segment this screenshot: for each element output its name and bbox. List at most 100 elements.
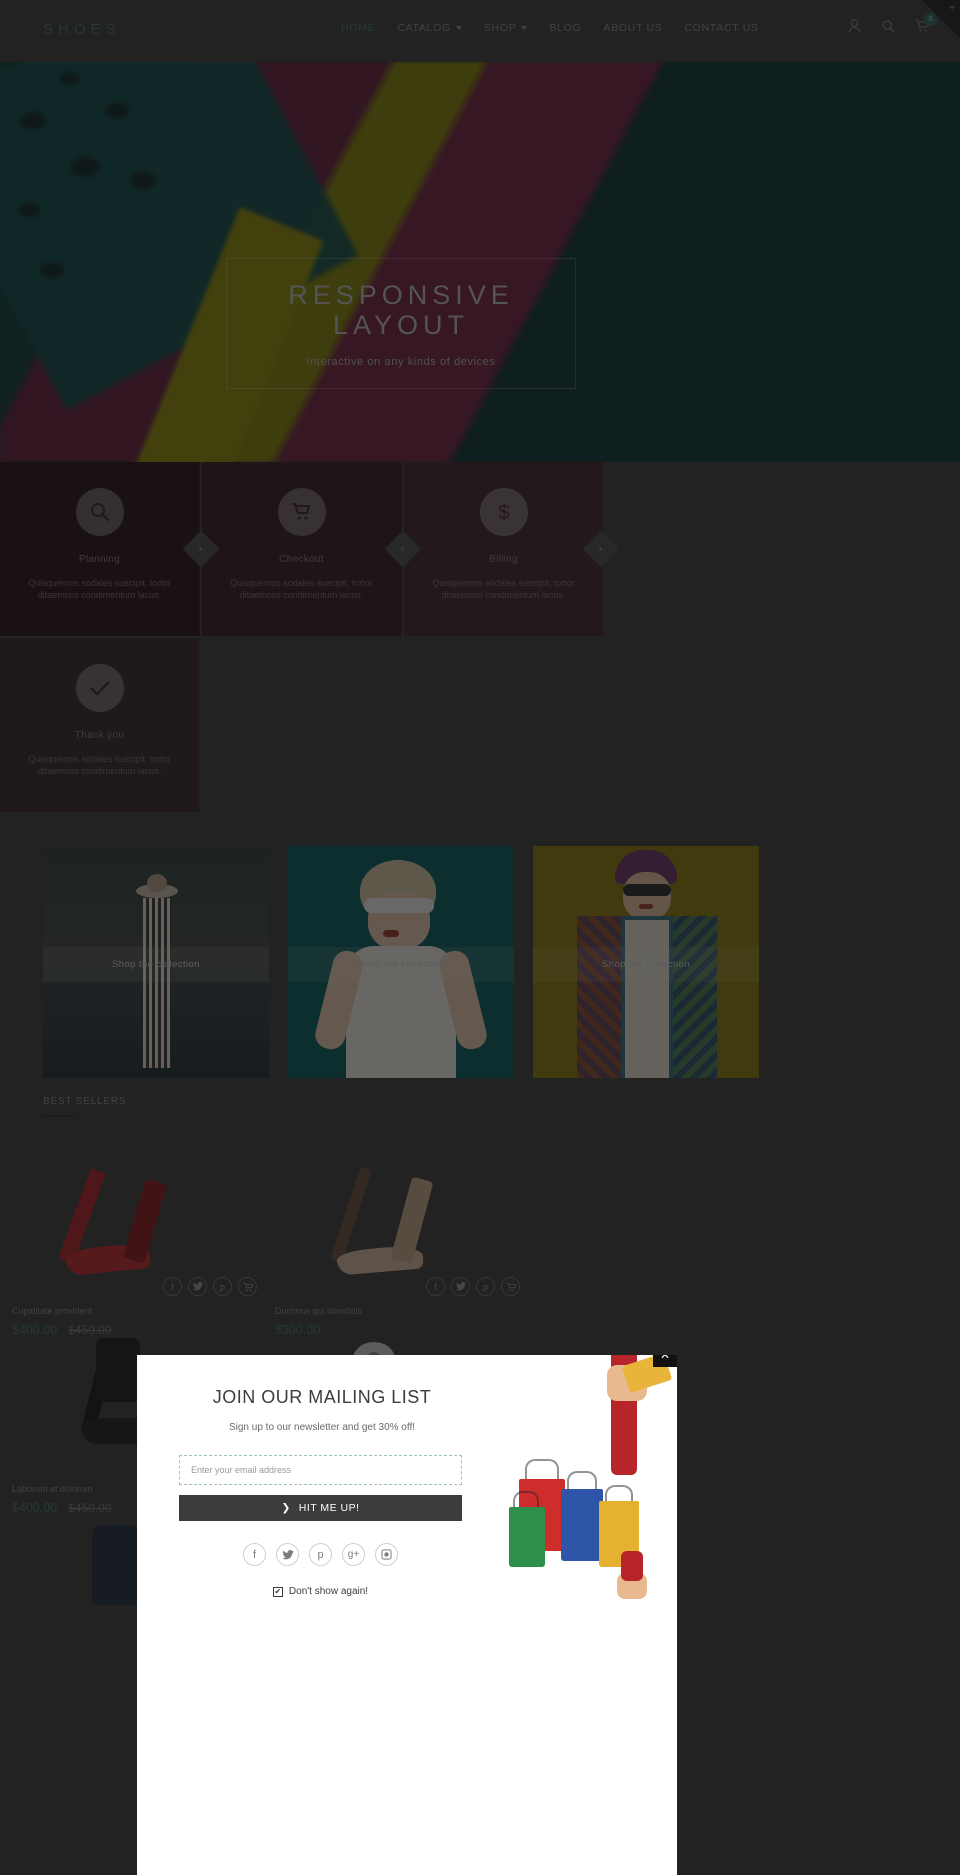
product-card-2[interactable]: f p Ducimus qui blanditiis $300.00 (275, 1160, 520, 1337)
subscribe-button[interactable]: ❯ HIT ME UP! (179, 1495, 462, 1521)
cart-icon[interactable] (238, 1277, 257, 1296)
best-sellers-heading: BEST SELLERS (43, 1096, 126, 1117)
email-placeholder: Enter your email address (191, 1465, 292, 1475)
nav-label: CATALOG (397, 22, 451, 34)
feature-title: Planning (78, 554, 121, 565)
chevron-down-icon (455, 26, 462, 30)
nav-label: ABOUT US (603, 22, 663, 34)
product-name-1: Cupiditate provident (12, 1306, 93, 1316)
email-input[interactable]: Enter your email address (179, 1455, 462, 1485)
subscribe-button-label: HIT ME UP! (298, 1502, 360, 1514)
modal-title: JOIN OUR MAILING LIST (212, 1387, 432, 1407)
hero-text-box: RESPONSIVE LAYOUT Interactive on any kin… (226, 258, 576, 389)
chevron-right-icon: › (599, 543, 603, 555)
pinterest-icon[interactable]: p (309, 1543, 332, 1566)
user-icon[interactable] (846, 18, 862, 34)
main-navigation: HOME CATALOG SHOP BLOG ABOUT US CONTACT … (330, 22, 770, 34)
feature-box-checkout[interactable]: Checkout Quisquemos sodales suscipit, to… (202, 462, 402, 636)
facebook-icon[interactable]: f (426, 1277, 445, 1296)
pinterest-icon[interactable]: p (476, 1277, 495, 1296)
cart-icon[interactable] (501, 1277, 520, 1296)
modal-subtitle: Sign up to our newsletter and get 30% of… (228, 1422, 416, 1433)
banner-label-2: Shop the collection (288, 947, 514, 982)
nav-item-home[interactable]: HOME (330, 22, 386, 34)
nav-label: BLOG (549, 22, 582, 34)
nav-item-catalog[interactable]: CATALOG (386, 22, 473, 34)
price-old: $450.00 (68, 1323, 112, 1337)
modal-content: JOIN OUR MAILING LIST Sign up to our new… (137, 1355, 507, 1597)
chevron-right-icon: › (401, 543, 405, 555)
product-price-1: $400.00 $450.00 (12, 1323, 257, 1337)
feature-description: Quisquemos sodales suscipit, tortor ditae… (230, 578, 373, 600)
modal-social-links: f p g+ (179, 1543, 462, 1566)
google-plus-icon[interactable]: g+ (342, 1543, 365, 1566)
close-icon[interactable]: ✕ (653, 1355, 677, 1367)
nav-label: HOME (341, 22, 376, 34)
dollar-icon: $ (479, 488, 528, 536)
features-section: Planning Quisquemos sodales suscipit, to… (0, 462, 960, 812)
price-current: $400.00 (12, 1501, 58, 1515)
chevron-right-icon: ❯ (281, 1502, 291, 1514)
nav-item-shop[interactable]: SHOP (473, 22, 539, 34)
dont-show-again-label: Don't show again! (288, 1586, 369, 1597)
product-image-2: f p (275, 1160, 520, 1300)
title-underline (43, 1115, 75, 1117)
facebook-icon[interactable]: f (163, 1277, 182, 1296)
nav-label: SHOP (483, 22, 517, 34)
header-icons: 0 (846, 13, 937, 34)
nav-item-about-us[interactable]: ABOUT US (592, 22, 673, 34)
twitter-icon[interactable] (276, 1543, 299, 1566)
feature-box-planning[interactable]: Planning Quisquemos sodales suscipit, to… (0, 462, 200, 636)
site-header: SHOES HOME CATALOG SHOP BLOG ABOUT US CO… (0, 0, 960, 62)
banner-card-2[interactable]: Shop the collection (288, 846, 514, 1078)
product-social-actions-2: f p (426, 1277, 520, 1296)
banner-label-1: Shop the collection (43, 947, 269, 982)
feature-description: Quisquemos sodales suscipit, tortor ditae… (432, 578, 575, 600)
instagram-icon[interactable] (375, 1543, 398, 1566)
page-root: SHOES HOME CATALOG SHOP BLOG ABOUT US CO… (0, 0, 960, 1875)
product-price-2: $300.00 (275, 1323, 520, 1337)
nav-item-blog[interactable]: BLOG (538, 22, 592, 34)
price-current: $300.00 (275, 1323, 321, 1337)
product-social-actions-1: f p (163, 1277, 257, 1296)
plus-icon[interactable]: + (949, 3, 955, 14)
banner-card-1[interactable]: Shop the collection (43, 846, 269, 1078)
price-current: $400.00 (12, 1323, 58, 1337)
feature-title: Checkout (279, 554, 324, 565)
cart-icon (277, 488, 326, 536)
site-logo[interactable]: SHOES (43, 21, 121, 38)
search-icon (75, 488, 124, 536)
hero-title: RESPONSIVE LAYOUT (288, 279, 514, 340)
nav-item-contact-us[interactable]: CONTACT US (673, 22, 769, 34)
collection-banners: Shop the collection Shop the collection (0, 846, 960, 1078)
feature-description: Quisquemos sodales suscipit, tortor ditae… (28, 754, 171, 776)
chevron-down-icon (521, 26, 528, 30)
feature-title: Billing (489, 554, 518, 565)
feature-title: Thank you (74, 730, 125, 741)
search-icon[interactable] (880, 18, 896, 34)
section-title: BEST SELLERS (43, 1096, 127, 1107)
banner-card-3[interactable]: Shop the collection (533, 846, 759, 1078)
feature-description: Quisquemos sodales suscipit, tortor ditae… (28, 578, 171, 600)
svg-text:$: $ (498, 502, 509, 523)
pinterest-icon[interactable]: p (213, 1277, 232, 1296)
product-image-1: f p (12, 1160, 257, 1300)
dont-show-again-checkbox[interactable]: ✔ (272, 1586, 283, 1597)
product-name-2: Ducimus qui blanditiis (275, 1306, 363, 1316)
hero-banner: RESPONSIVE LAYOUT Interactive on any kin… (0, 62, 960, 462)
price-old: $450.00 (68, 1501, 112, 1515)
nav-label: CONTACT US (684, 22, 759, 34)
dont-show-again-row[interactable]: ✔ Don't show again! (179, 1586, 462, 1597)
feature-box-thank-you[interactable]: Thank you Quisquemos sodales suscipit, t… (0, 638, 200, 812)
chevron-right-icon: › (199, 543, 203, 555)
check-icon (75, 664, 124, 712)
newsletter-modal: JOIN OUR MAILING LIST Sign up to our new… (137, 1355, 677, 1875)
twitter-icon[interactable] (451, 1277, 470, 1296)
modal-illustration (492, 1355, 677, 1875)
banner-label-3: Shop the collection (533, 947, 759, 982)
facebook-icon[interactable]: f (243, 1543, 266, 1566)
twitter-icon[interactable] (188, 1277, 207, 1296)
product-card-1[interactable]: f p Cupiditate provident $400.00 $450.00 (12, 1160, 257, 1337)
feature-box-billing[interactable]: $ Billing Quisquemos sodales suscipit, t… (404, 462, 604, 636)
hero-subtitle: Interactive on any kinds of devices (306, 355, 496, 368)
